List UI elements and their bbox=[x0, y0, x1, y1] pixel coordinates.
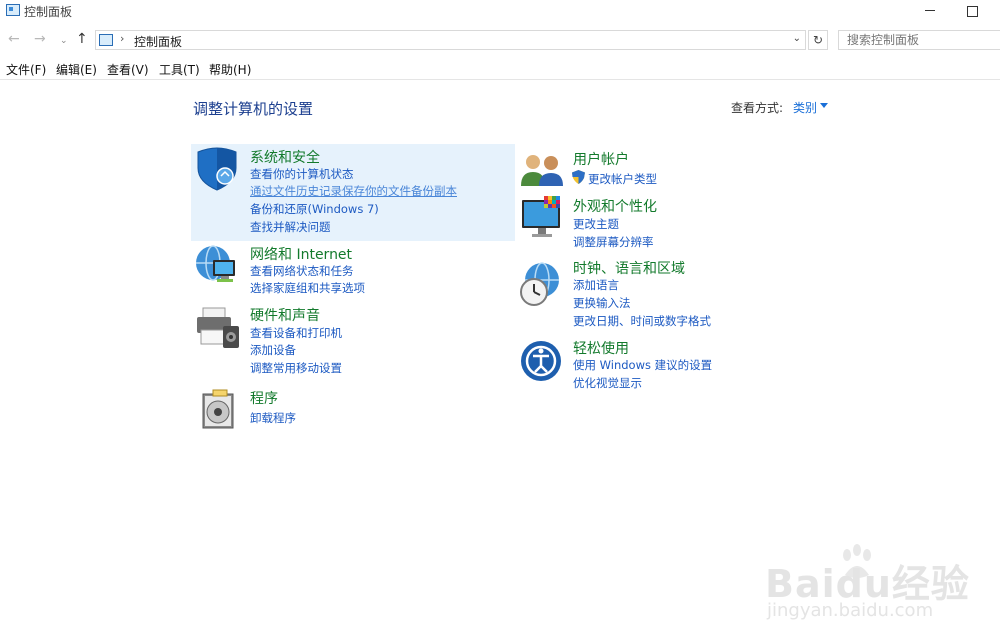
ease-of-access-icon bbox=[521, 341, 561, 381]
link-uninstall-program[interactable]: 卸载程序 bbox=[250, 410, 296, 426]
navigation-bar: ← → ⌄ ↑ › 控制面板 ⌄ ↻ 搜索控制面板 bbox=[0, 29, 1000, 53]
menu-help[interactable]: 帮助(H) bbox=[209, 61, 251, 78]
programs-disc-box-icon bbox=[202, 389, 234, 429]
back-arrow-icon[interactable]: ← bbox=[8, 31, 20, 47]
title-bar: 控制面板 bbox=[0, 0, 1000, 26]
uac-shield-icon bbox=[572, 170, 585, 184]
link-optimize-visual-display[interactable]: 优化视觉显示 bbox=[573, 375, 642, 391]
address-bar[interactable]: › 控制面板 ⌄ bbox=[95, 30, 806, 50]
menu-tools[interactable]: 工具(T) bbox=[159, 61, 200, 78]
search-input[interactable]: 搜索控制面板 bbox=[838, 30, 1000, 50]
menu-view[interactable]: 查看(V) bbox=[107, 61, 149, 78]
category-system-security[interactable]: 系统和安全 bbox=[250, 147, 320, 167]
link-troubleshoot[interactable]: 查找并解决问题 bbox=[250, 219, 331, 235]
printer-speaker-icon bbox=[197, 307, 239, 348]
link-mobility-settings[interactable]: 调整常用移动设置 bbox=[250, 360, 342, 376]
control-panel-icon bbox=[99, 34, 113, 46]
recent-locations-icon[interactable]: ⌄ bbox=[60, 36, 68, 46]
chevron-down-icon[interactable] bbox=[820, 103, 828, 108]
menu-file[interactable]: 文件(F) bbox=[6, 61, 46, 78]
category-clock-language-region[interactable]: 时钟、语言和区域 bbox=[573, 258, 685, 278]
menu-edit[interactable]: 编辑(E) bbox=[56, 61, 97, 78]
link-change-input-method[interactable]: 更换输入法 bbox=[573, 295, 631, 311]
link-screen-resolution[interactable]: 调整屏幕分辨率 bbox=[573, 234, 654, 250]
category-programs[interactable]: 程序 bbox=[250, 388, 278, 408]
forward-arrow-icon[interactable]: → bbox=[34, 31, 46, 47]
control-panel-icon bbox=[6, 4, 20, 16]
link-change-account-type[interactable]: 更改帐户类型 bbox=[588, 171, 657, 187]
link-change-theme[interactable]: 更改主题 bbox=[573, 216, 619, 232]
minimize-icon bbox=[925, 9, 935, 11]
address-dropdown-icon[interactable]: ⌄ bbox=[793, 33, 801, 44]
link-windows-recommended-settings[interactable]: 使用 Windows 建议的设置 bbox=[573, 357, 712, 373]
link-add-language[interactable]: 添加语言 bbox=[573, 277, 619, 293]
link-devices-printers[interactable]: 查看设备和打印机 bbox=[250, 325, 342, 341]
watermark: Baidu经验 jingyan.baidu.com bbox=[765, 544, 985, 635]
menu-bar: 文件(F) 编辑(E) 查看(V) 工具(T) 帮助(H) bbox=[0, 59, 1000, 80]
category-ease-of-access[interactable]: 轻松使用 bbox=[573, 338, 629, 358]
page-title: 调整计算机的设置 bbox=[193, 100, 314, 118]
category-hardware-sound[interactable]: 硬件和声音 bbox=[250, 305, 320, 325]
link-add-device[interactable]: 添加设备 bbox=[250, 342, 296, 358]
link-change-date-time-format[interactable]: 更改日期、时间或数字格式 bbox=[573, 313, 711, 329]
breadcrumb-separator-icon[interactable]: › bbox=[120, 32, 124, 45]
category-network-internet[interactable]: 网络和 Internet bbox=[250, 244, 352, 264]
minimize-button[interactable] bbox=[910, 0, 950, 24]
network-globe-icon bbox=[196, 245, 235, 282]
maximize-button[interactable] bbox=[952, 0, 992, 24]
link-view-computer-status[interactable]: 查看你的计算机状态 bbox=[250, 166, 354, 182]
link-backup-restore[interactable]: 备份和还原(Windows 7) bbox=[250, 201, 379, 217]
watermark-url: jingyan.baidu.com bbox=[767, 600, 934, 621]
view-by-label: 查看方式: bbox=[731, 101, 784, 115]
appearance-monitor-icon bbox=[522, 196, 560, 237]
refresh-button[interactable]: ↻ bbox=[808, 30, 828, 50]
view-by-dropdown[interactable]: 类别 bbox=[793, 99, 817, 116]
breadcrumb-control-panel[interactable]: 控制面板 bbox=[134, 33, 182, 50]
category-appearance-personalization[interactable]: 外观和个性化 bbox=[573, 196, 657, 216]
clock-globe-icon bbox=[520, 262, 559, 306]
category-user-accounts[interactable]: 用户帐户 bbox=[573, 149, 629, 169]
window-title: 控制面板 bbox=[24, 5, 73, 19]
user-accounts-icon bbox=[521, 155, 563, 186]
maximize-icon bbox=[966, 6, 978, 17]
link-file-history-backup[interactable]: 通过文件历史记录保存你的文件备份副本 bbox=[250, 183, 457, 199]
link-homegroup-sharing[interactable]: 选择家庭组和共享选项 bbox=[250, 280, 365, 296]
security-shield-icon bbox=[197, 147, 237, 191]
up-arrow-icon[interactable]: ↑ bbox=[76, 31, 88, 47]
link-network-status[interactable]: 查看网络状态和任务 bbox=[250, 263, 354, 279]
